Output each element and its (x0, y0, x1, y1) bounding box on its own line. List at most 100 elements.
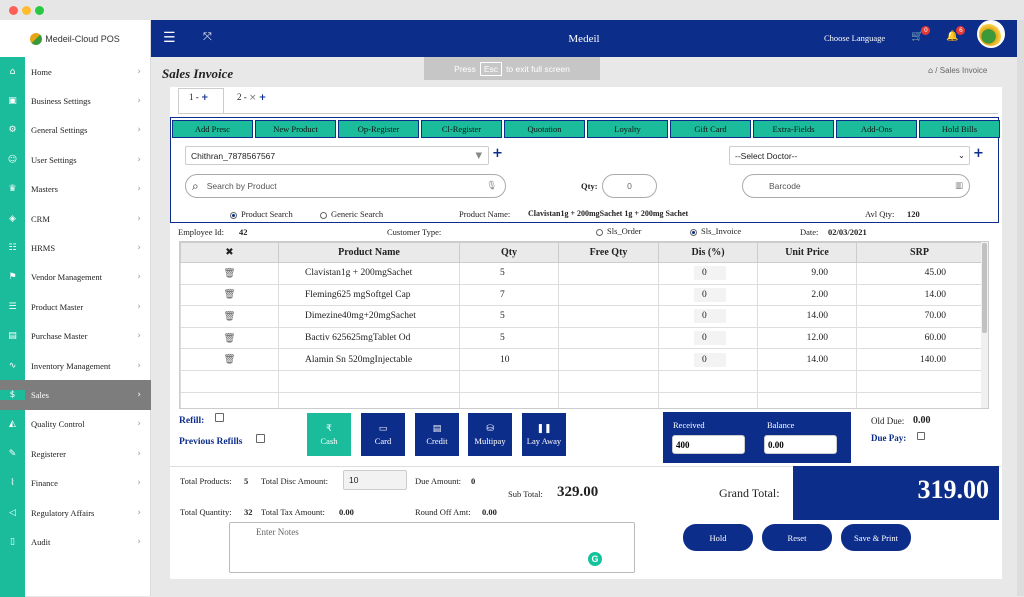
radio-sls-order[interactable]: Sls_Order (596, 226, 641, 236)
gift-card-button[interactable]: Gift Card (670, 120, 751, 138)
sidebar-item-user-settings[interactable]: ☺ User Settings › (0, 145, 151, 174)
add-doctor-icon[interactable]: + (973, 146, 984, 161)
sidebar-item-quality-control[interactable]: ◭ Quality Control › (0, 410, 151, 439)
cart-icon[interactable]: 🛒 0 (911, 26, 931, 42)
reset-button[interactable]: Reset (762, 524, 832, 551)
qty-cell[interactable]: 7 (459, 283, 559, 307)
sidebar-item-inventory-management[interactable]: ∿ Inventory Management › (0, 351, 151, 380)
qty-cell[interactable]: 5 (459, 305, 559, 328)
refill-checkbox[interactable] (215, 413, 224, 422)
free-qty-cell[interactable] (558, 348, 659, 371)
brand-logo[interactable]: Medeil-Cloud POS (0, 20, 150, 57)
customer-value: Chithran_7878567567 (191, 150, 276, 161)
sidebar-item-vendor-management[interactable]: ⚑ Vendor Management › (0, 263, 151, 292)
close-tab-icon[interactable]: × (249, 93, 257, 103)
close-window-button[interactable] (9, 6, 18, 15)
qty-input[interactable]: 0 (602, 174, 657, 198)
sidebar-item-hrms[interactable]: ☷ HRMS › (0, 233, 151, 262)
page-scrollbar[interactable] (1017, 20, 1024, 596)
card-button[interactable]: ▭ Card (361, 413, 405, 456)
bell-icon[interactable]: 🔔 6 (946, 26, 966, 42)
trash-icon[interactable]: 🗑 (223, 268, 235, 279)
credit-button[interactable]: ▤ Credit (415, 413, 459, 456)
extra-fields-button[interactable]: Extra-Fields (753, 120, 834, 138)
grid-scrollbar[interactable] (981, 242, 988, 408)
add-tab-icon[interactable]: + (259, 93, 267, 103)
qty-cell[interactable]: 5 (459, 326, 559, 350)
trash-icon[interactable]: 🗑 (223, 289, 235, 300)
quotation-button[interactable]: Quotation (504, 120, 585, 138)
qty-cell[interactable]: 10 (459, 348, 559, 371)
microphone-icon[interactable]: 🎙 (486, 181, 497, 191)
loyalty-button[interactable]: Loyalty (587, 120, 668, 138)
free-qty-cell[interactable] (558, 326, 659, 350)
product-search-input[interactable]: ⌕ Search by Product 🎙 (185, 174, 506, 198)
free-qty-cell[interactable] (558, 283, 659, 307)
choose-language-button[interactable]: Choose Language (824, 33, 885, 43)
add-customer-icon[interactable]: + (492, 146, 503, 161)
hold-bills-button[interactable]: Hold Bills (919, 120, 1000, 138)
trash-icon[interactable]: 🗑 (223, 311, 235, 322)
radio-dot (320, 211, 327, 219)
sidebar-item-product-master[interactable]: ☰ Product Master › (0, 292, 151, 321)
sidebar-item-registerer[interactable]: ✎ Registerer › (0, 439, 151, 468)
radio-product-search[interactable]: Product Search (230, 209, 293, 219)
due-pay-checkbox[interactable] (917, 432, 925, 440)
sidebar-item-sales[interactable]: $ Sales › (0, 380, 151, 410)
sidebar-item-home[interactable]: ⌂ Home › (0, 57, 151, 86)
received-input[interactable] (672, 435, 745, 454)
save-print-button[interactable]: Save & Print (841, 524, 911, 551)
op-register-button[interactable]: Op-Register (338, 120, 419, 138)
tab-2[interactable]: 2 - × + (237, 92, 266, 103)
doctor-select[interactable]: --Select Doctor-- ⌄ (729, 146, 970, 165)
sidebar-item-purchase-master[interactable]: ▤ Purchase Master › (0, 322, 151, 351)
add-tab-icon[interactable]: + (201, 93, 209, 103)
add-ons-button[interactable]: Add-Ons (836, 120, 917, 138)
table-row: 🗑 Fleming625 mgSoftgel Cap 7 0 2.00 14.00 (180, 283, 983, 307)
grid-scroll-thumb[interactable] (982, 243, 987, 333)
multipay-button[interactable]: ⛁ Multipay (468, 413, 512, 456)
minimize-window-button[interactable] (22, 6, 31, 15)
sidebar-item-business-settings[interactable]: ▣ Business Settings › (0, 86, 151, 115)
qty-cell[interactable]: 5 (459, 262, 559, 285)
discount-input[interactable]: 0 (694, 309, 726, 324)
cash-button[interactable]: ₹ Cash (307, 413, 351, 456)
customer-select[interactable]: Chithran_7878567567 ▼ (185, 146, 489, 165)
radio-sls-invoice[interactable]: Sls_Invoice (690, 226, 741, 236)
new-product-button[interactable]: New Product (255, 120, 336, 138)
tab-1[interactable]: 1 - + (189, 92, 209, 103)
sidebar-item-audit[interactable]: ▯ Audit › (0, 527, 151, 556)
grammarly-icon[interactable]: G (588, 552, 602, 566)
sidebar-item-crm[interactable]: ◈ CRM › (0, 204, 151, 233)
maximize-window-button[interactable] (35, 6, 44, 15)
employee-id-label: Employee Id: (178, 227, 225, 237)
notes-textarea[interactable]: Enter Notes G (229, 522, 635, 573)
sidebar-item-regulatory-affairs[interactable]: ◁ Regulatory Affairs › (0, 498, 151, 527)
discount-input[interactable]: 0 (694, 352, 726, 367)
previous-refills-checkbox[interactable] (256, 434, 265, 443)
hold-button[interactable]: Hold (683, 524, 753, 551)
trash-icon[interactable]: 🗑 (223, 333, 235, 344)
discount-input[interactable]: 0 (694, 331, 726, 346)
free-qty-cell[interactable] (558, 305, 659, 328)
lay-away-button[interactable]: ❚❚ Lay Away (522, 413, 566, 456)
sidebar-item-finance[interactable]: ⌇ Finance › (0, 468, 151, 497)
discount-input[interactable]: 0 (694, 287, 726, 302)
add-presc-button[interactable]: Add Presc (172, 120, 253, 138)
sidebar-item-masters[interactable]: ♛ Masters › (0, 175, 151, 204)
free-qty-cell[interactable] (558, 262, 659, 285)
cl-register-button[interactable]: Cl-Register (421, 120, 502, 138)
pulse-icon: ∿ (8, 360, 17, 371)
trash-icon[interactable]: 🗑 (223, 354, 235, 365)
book-icon: ▯ (10, 536, 15, 547)
avatar[interactable] (977, 20, 1005, 48)
discount-input[interactable]: 0 (694, 266, 726, 281)
home-icon[interactable]: ⌂ (928, 66, 933, 75)
balance-input[interactable] (764, 435, 837, 454)
sidebar-item-general-settings[interactable]: ⚙ General Settings › (0, 116, 151, 145)
radio-generic-search[interactable]: Generic Search (320, 209, 383, 219)
barcode-input[interactable]: Barcode ▥ (742, 174, 970, 198)
sidebar-item-label: Quality Control (31, 419, 85, 430)
delete-all-icon[interactable]: ✖ (180, 242, 279, 263)
total-disc-input[interactable]: 10 (343, 470, 407, 490)
